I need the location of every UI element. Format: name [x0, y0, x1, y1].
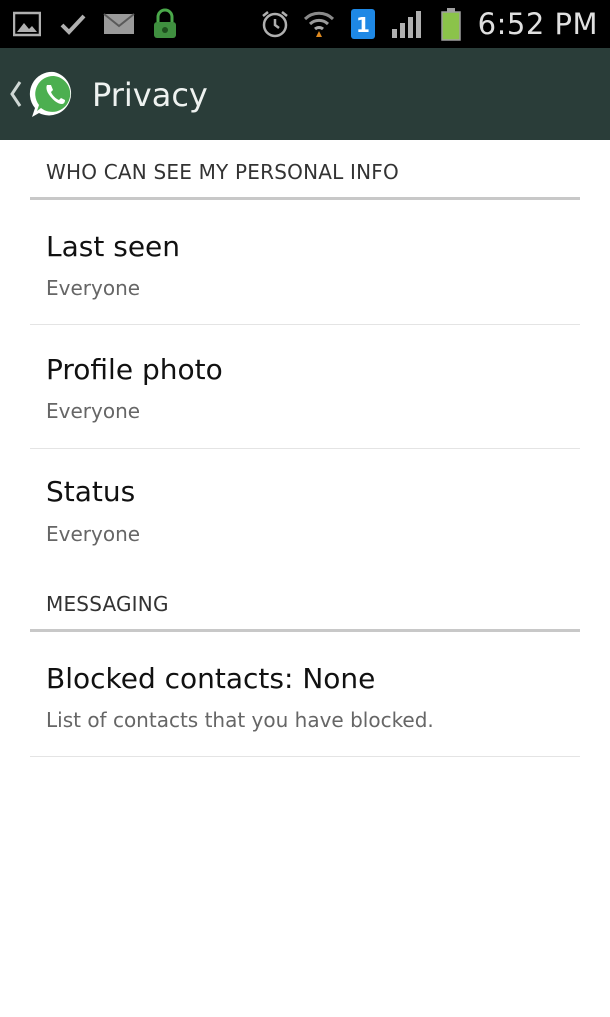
notification-badge-icon: 1	[346, 7, 380, 41]
pref-item-status[interactable]: Status Everyone	[30, 449, 580, 569]
chevron-left-icon[interactable]	[6, 74, 26, 114]
status-bar-time: 6:52 PM	[477, 7, 598, 41]
wifi-icon	[302, 7, 336, 41]
pref-item-profile-photo[interactable]: Profile photo Everyone	[30, 325, 580, 448]
pref-summary: List of contacts that you have blocked.	[46, 708, 434, 732]
status-bar: 1 6:52 PM	[0, 0, 610, 48]
signal-icon	[390, 7, 424, 41]
check-icon	[56, 7, 90, 41]
section-header-personal-info: WHO CAN SEE MY PERSONAL INFO	[46, 160, 399, 184]
pref-summary: Everyone	[46, 522, 141, 546]
whatsapp-logo-icon[interactable]	[28, 69, 80, 121]
action-bar: Privacy	[0, 48, 610, 140]
section-header-messaging: MESSAGING	[46, 592, 169, 616]
pref-title: Status	[46, 475, 136, 508]
item-divider	[30, 756, 580, 757]
pref-item-blocked-contacts[interactable]: Blocked contacts: None List of contacts …	[30, 632, 580, 756]
alarm-icon	[258, 7, 292, 41]
page-title: Privacy	[92, 76, 208, 114]
status-bar-right: 1 6:52 PM	[258, 6, 598, 42]
pref-summary: Everyone	[46, 399, 141, 423]
pref-item-last-seen[interactable]: Last seen Everyone	[30, 200, 580, 324]
lock-icon	[148, 7, 182, 41]
battery-icon	[434, 7, 468, 41]
mail-icon	[102, 7, 136, 41]
pref-title: Profile photo	[46, 353, 223, 386]
pref-summary: Everyone	[46, 276, 141, 300]
status-bar-left	[10, 6, 182, 42]
notification-badge-count: 1	[356, 13, 370, 37]
pref-title: Last seen	[46, 230, 181, 263]
gallery-icon	[10, 7, 44, 41]
pref-title: Blocked contacts: None	[46, 662, 376, 695]
